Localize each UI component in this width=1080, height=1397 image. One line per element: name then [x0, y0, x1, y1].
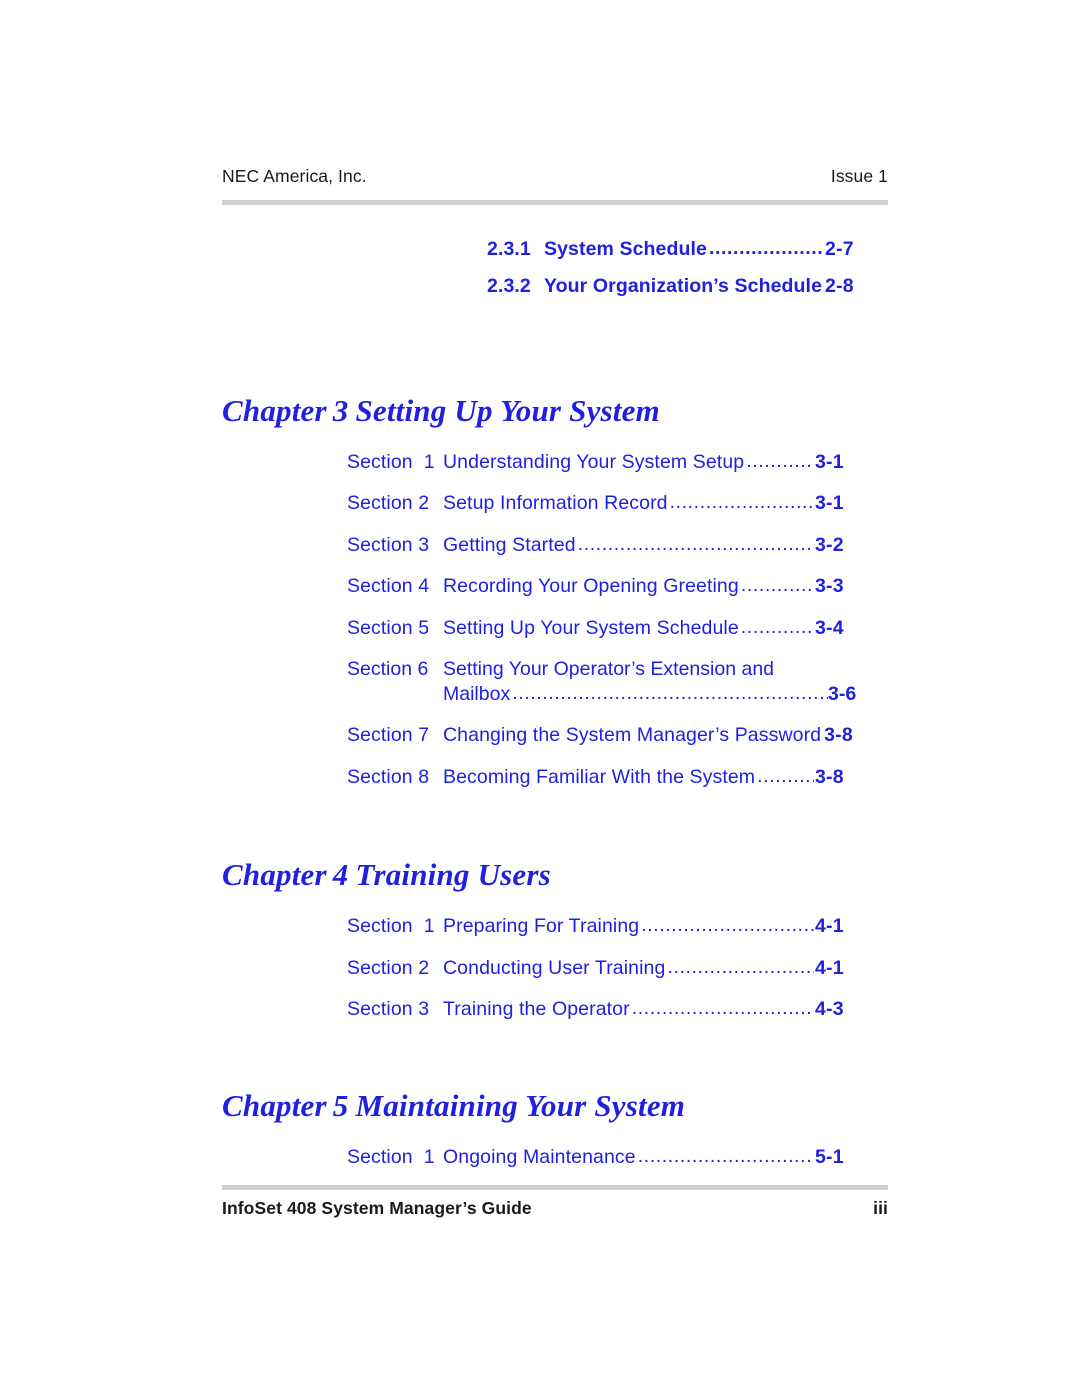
toc-entry-page: 3-8 — [815, 765, 844, 788]
toc-entry-title-continued: Mailbox — [443, 682, 511, 705]
toc-entry-page: 3-4 — [815, 616, 844, 639]
toc-entry-page: 4-1 — [815, 915, 844, 938]
toc-entry-line-1: Section 6 Setting Your Operator’s Extens… — [347, 658, 875, 681]
toc-entry[interactable]: Section 3 Getting Started ..............… — [0, 533, 1080, 556]
chapter-word: Chapter — [222, 857, 327, 893]
chapter-heading-3[interactable]: Chapter 3 Setting Up Your System — [0, 393, 1080, 429]
toc-entry[interactable]: Section 4 Recording Your Opening Greetin… — [0, 575, 1080, 598]
toc-subentry[interactable]: 2.3.2 Your Organization’s Schedule .....… — [0, 275, 1080, 298]
dot-leader: ........................................… — [708, 238, 824, 259]
toc-entry-title: Understanding Your System Setup — [443, 450, 745, 473]
toc-entry[interactable]: Section 7 Changing the System Manager’s … — [0, 724, 1080, 747]
table-of-contents: 2.3.1 System Schedule ..................… — [0, 222, 1080, 1167]
document-page: NEC America, Inc. Issue 1 2.3.1 System S… — [0, 0, 1080, 1397]
toc-subentry[interactable]: 2.3.1 System Schedule ..................… — [0, 238, 1080, 260]
toc-subentry-title: Your Organization’s Schedule — [544, 275, 823, 298]
chapter-word: Chapter — [222, 1087, 327, 1123]
header-company-name: NEC America, Inc. — [222, 166, 367, 186]
toc-entry-page: 3-3 — [815, 575, 844, 598]
dot-leader: ........................................… — [669, 492, 814, 513]
toc-entry-title: Preparing For Training — [443, 915, 640, 938]
toc-subentry-title: System Schedule — [544, 238, 707, 260]
footer-divider-rule — [222, 1185, 888, 1190]
page-header: NEC America, Inc. Issue 1 — [222, 166, 888, 187]
chapter-title: Training Users — [355, 857, 551, 893]
toc-entry[interactable]: Section 1 Understanding Your System Setu… — [0, 450, 1080, 473]
chapter-title: Maintaining Your System — [355, 1087, 686, 1123]
chapter-word: Chapter — [222, 392, 327, 428]
toc-entry-page: 3-8 — [824, 724, 853, 747]
toc-entry-label: Section 3 — [347, 998, 430, 1021]
dot-leader: ........................................… — [746, 450, 814, 472]
toc-entry-label: Section 6 — [347, 658, 429, 681]
header-divider-rule — [222, 200, 888, 205]
dot-leader: ........................................… — [740, 575, 814, 596]
chapter-heading-4[interactable]: Chapter 4 Training Users — [0, 857, 1080, 893]
toc-entry-label: Section 1 — [347, 915, 435, 938]
toc-entry[interactable]: Section 1 Ongoing Maintenance ..........… — [0, 1145, 1080, 1168]
toc-entry-label: Section 7 — [347, 724, 430, 747]
dot-leader: ........................................… — [667, 956, 814, 978]
toc-entry-page: 4-1 — [815, 956, 844, 979]
toc-entry-title: Training the Operator — [443, 998, 630, 1021]
chapter-title: Setting Up Your System — [355, 392, 660, 428]
toc-entry-label: Section 4 — [347, 575, 430, 598]
chapter-number: 3 — [332, 392, 349, 428]
dot-leader: ........................................… — [577, 533, 814, 555]
toc-entry-label: Section 1 — [347, 1145, 435, 1168]
header-issue-label: Issue 1 — [830, 166, 888, 186]
toc-entry-label: Section 2 — [347, 956, 430, 979]
toc-entry[interactable]: Section 2 Conducting User Training .....… — [0, 956, 1080, 979]
toc-entry-title: Becoming Familiar With the System — [443, 765, 756, 788]
dot-leader: ........................................… — [637, 1145, 814, 1167]
dot-leader: ........................................… — [641, 915, 814, 936]
toc-entry-label: Section 5 — [347, 616, 430, 639]
dot-leader: ........................................… — [740, 616, 814, 638]
toc-entry-title: Getting Started — [443, 533, 576, 556]
toc-entry-line-2: Mailbox ................................… — [347, 682, 875, 705]
toc-subentry-number: 2.3.1 — [487, 238, 531, 260]
toc-entry-title: Conducting User Training — [443, 956, 666, 979]
dot-leader: ........................................… — [757, 765, 814, 787]
toc-entry-page: 3-2 — [815, 533, 844, 556]
toc-entry-label: Section 2 — [347, 492, 430, 515]
chapter-5-section-list: Section 1 Ongoing Maintenance ..........… — [0, 1145, 1080, 1168]
toc-subentry-number: 2.3.2 — [487, 275, 531, 298]
footer-document-title: InfoSet 408 System Manager’s Guide — [222, 1198, 532, 1218]
toc-entry-page: 3-1 — [815, 492, 844, 515]
toc-entry-page: 3-1 — [815, 450, 844, 473]
toc-entry-title: Recording Your Opening Greeting — [443, 575, 739, 598]
toc-entry-page: 3-6 — [828, 682, 857, 705]
chapter-number: 5 — [332, 1087, 349, 1123]
toc-entry-label: Section 8 — [347, 765, 430, 788]
continued-subentry-list: 2.3.1 System Schedule ..................… — [0, 238, 1080, 298]
chapter-number: 4 — [332, 857, 349, 893]
toc-entry-label: Section 3 — [347, 533, 430, 556]
toc-entry[interactable]: Section 8 Becoming Familiar With the Sys… — [0, 765, 1080, 788]
toc-entry-title: Setting Your Operator’s Extension and — [443, 658, 775, 681]
toc-entry-page: 5-1 — [815, 1145, 844, 1168]
toc-entry[interactable]: Section 1 Preparing For Training .......… — [0, 915, 1080, 938]
toc-entry[interactable]: Section 2 Setup Information Record .....… — [0, 492, 1080, 515]
dot-leader: ........................................… — [631, 998, 814, 1019]
toc-entry-title: Changing the System Manager’s Password — [443, 724, 822, 747]
toc-entry[interactable]: Section 6 Setting Your Operator’s Extens… — [0, 659, 1080, 704]
toc-entry-title: Setup Information Record — [443, 492, 668, 515]
chapter-heading-5[interactable]: Chapter 5 Maintaining Your System — [0, 1088, 1080, 1124]
toc-entry[interactable]: Section 5 Setting Up Your System Schedul… — [0, 616, 1080, 639]
dot-leader: ........................................… — [512, 682, 828, 704]
footer-page-number: iii — [873, 1198, 888, 1218]
toc-entry[interactable]: Section 3 Training the Operator ........… — [0, 998, 1080, 1021]
toc-entry-page: 4-3 — [815, 998, 844, 1021]
toc-entry-title: Ongoing Maintenance — [443, 1145, 636, 1168]
page-footer: InfoSet 408 System Manager’s Guide iii — [222, 1198, 888, 1219]
toc-subentry-page: 2-7 — [825, 238, 854, 260]
toc-entry-label: Section 1 — [347, 450, 435, 473]
chapter-3-section-list: Section 1 Understanding Your System Setu… — [0, 450, 1080, 788]
chapter-4-section-list: Section 1 Preparing For Training .......… — [0, 915, 1080, 1021]
toc-subentry-page: 2-8 — [825, 275, 854, 298]
toc-entry-title: Setting Up Your System Schedule — [443, 616, 739, 639]
